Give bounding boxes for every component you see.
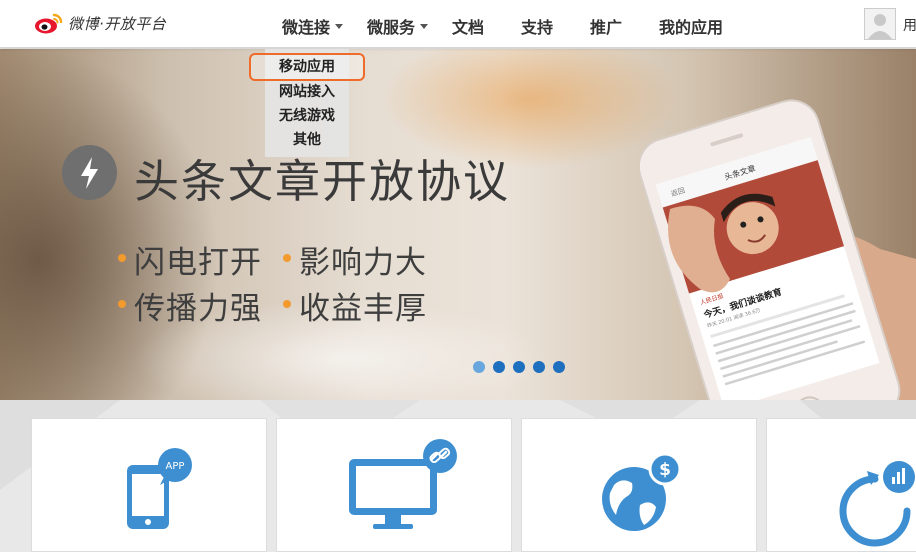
feature-high-influence: 影响力大: [299, 245, 427, 281]
chevron-down-icon: [335, 23, 344, 29]
nav-label: 推广: [590, 18, 623, 37]
carousel-dot-3[interactable]: [513, 361, 525, 373]
weibo-eye-icon: [35, 13, 63, 34]
nav-weifuwu[interactable]: 微服务: [367, 14, 429, 38]
username[interactable]: 用: [903, 15, 916, 35]
card-website[interactable]: [276, 418, 512, 552]
user-silhouette-icon: [865, 9, 895, 39]
feature-rich-revenue: 收益丰厚: [299, 291, 427, 327]
menu-item-mobile-app[interactable]: 移动应用: [249, 53, 365, 81]
top-header: 微博·开放平台 微连接 微服务 文档 支持 推广 我的应用 用: [0, 0, 916, 48]
global-monetize-icon: $: [602, 452, 682, 531]
weibo-open-platform-logo[interactable]: 微博·开放平台: [34, 12, 166, 34]
carousel-dot-5[interactable]: [553, 361, 565, 373]
nav-my-apps[interactable]: 我的应用: [659, 14, 723, 38]
website-link-icon: [349, 439, 457, 529]
feature-fast-open: 闪电打开: [134, 245, 262, 281]
weilianjie-dropdown-menu: 移动应用 网站接入 无线游戏 其他: [249, 49, 365, 157]
menu-item-website-access[interactable]: 网站接入: [265, 81, 349, 103]
nav-label: 支持: [521, 18, 554, 37]
nav-promotion[interactable]: 推广: [590, 14, 622, 38]
nav-label: 文档: [452, 18, 485, 37]
phone-in-hand-illustration: 返回 头条文章 人民日报 今天，我们谈谈教育 昨天 20:01 阅读 36.6万: [640, 99, 916, 400]
chevron-down-icon: [420, 23, 429, 29]
bullet-dot: [283, 254, 291, 262]
feature-wide-spread: 传播力强: [134, 291, 262, 327]
card-growth-stats[interactable]: [766, 418, 916, 552]
menu-item-mobile-games[interactable]: 无线游戏: [265, 105, 349, 127]
hero-banner[interactable]: 头条文章开放协议 闪电打开 影响力大 传播力强 收益丰厚 返回 头条文章 人民日…: [0, 49, 916, 400]
bullet-dot: [118, 300, 126, 308]
dollar-sign-glyph: $: [659, 460, 671, 480]
nav-label: 微连接: [282, 18, 331, 37]
logo-text: 微博·开放平台: [68, 14, 167, 33]
carousel-dot-1[interactable]: [473, 361, 485, 373]
card-mobile-app[interactable]: APP: [31, 418, 267, 552]
carousel-dot-4[interactable]: [533, 361, 545, 373]
mobile-app-icon: APP: [127, 448, 192, 529]
nav-weilianjie[interactable]: 微连接: [282, 14, 344, 38]
carousel-dot-2[interactable]: [493, 361, 505, 373]
menu-item-other[interactable]: 其他: [265, 129, 349, 151]
nav-label: 微服务: [367, 18, 416, 37]
card-global-monetize[interactable]: $: [521, 418, 757, 552]
lightning-icon: [62, 145, 117, 200]
app-badge-text: APP: [166, 461, 185, 472]
nav-docs[interactable]: 文档: [452, 14, 484, 38]
bullet-dot: [283, 300, 291, 308]
growth-stats-icon: [839, 461, 915, 547]
nav-label: 我的应用: [659, 18, 724, 37]
avatar[interactable]: [864, 8, 896, 40]
nav-support[interactable]: 支持: [521, 14, 553, 38]
bullet-dot: [118, 254, 126, 262]
